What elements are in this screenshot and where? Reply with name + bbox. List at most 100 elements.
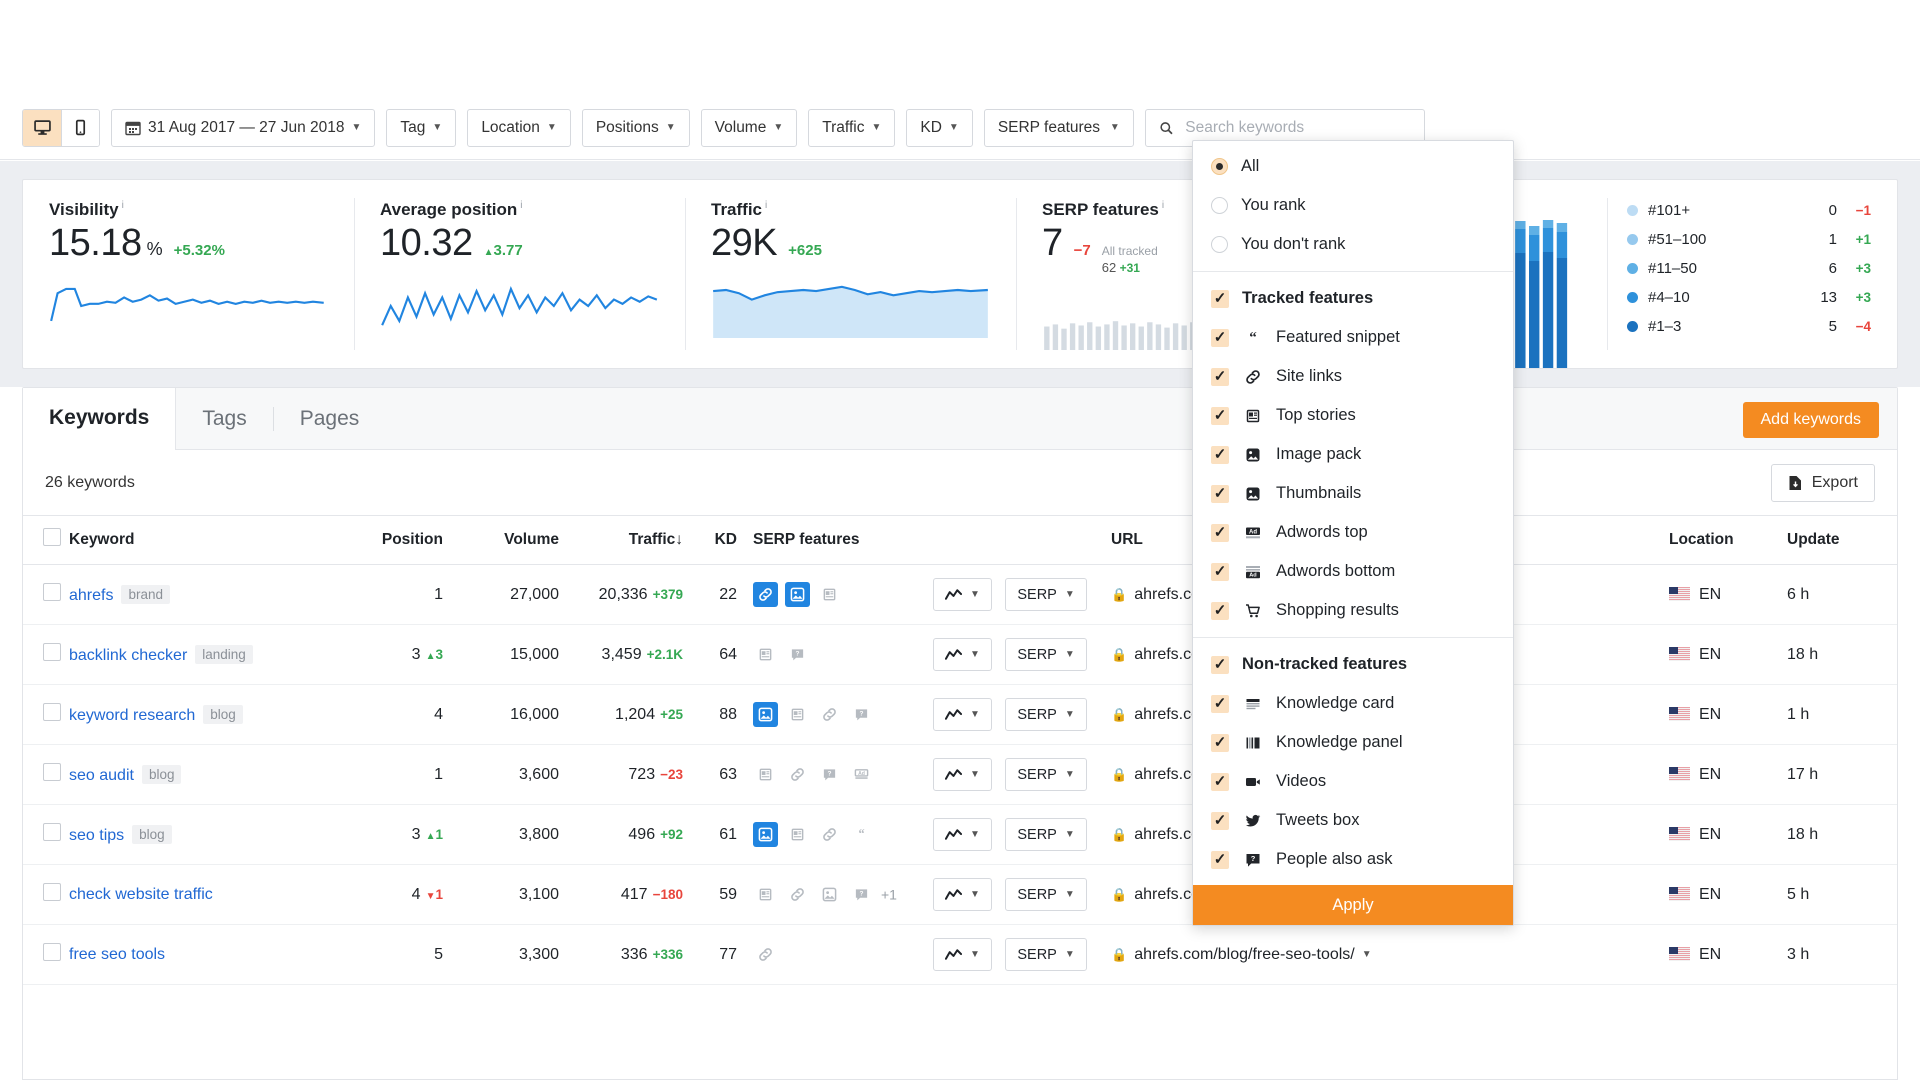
serp-feature-people-also-ask-icon[interactable]: ? [849, 882, 874, 907]
radio-button[interactable] [1211, 236, 1228, 253]
header-position[interactable]: Position [363, 516, 463, 565]
table-row[interactable]: check website traffic 4 ▼1 3,100 417 −180 … [23, 864, 1897, 925]
history-chart-button[interactable]: ▼ [933, 578, 992, 611]
row-checkbox[interactable] [43, 823, 61, 841]
radio-button[interactable] [1211, 197, 1228, 214]
serp-feature-site-links-icon[interactable] [817, 702, 842, 727]
dropdown-feature-item[interactable]: ✓ Tweets box [1193, 801, 1513, 840]
row-checkbox[interactable] [43, 883, 61, 901]
row-select-cell[interactable] [23, 924, 69, 985]
table-row[interactable]: seo audit blog 1 3,600 723 −23 63 ? Ad ▼ SE… [23, 744, 1897, 805]
header-volume[interactable]: Volume [463, 516, 559, 565]
serp-feature-site-links-icon[interactable] [753, 942, 778, 967]
feature-checkbox[interactable]: ✓ [1211, 406, 1229, 425]
serp-feature-people-also-ask-icon[interactable]: ? [785, 642, 810, 667]
select-all-checkbox[interactable] [43, 528, 61, 546]
dropdown-feature-item[interactable]: ✓ “ Featured snippet [1193, 318, 1513, 357]
keyword-tag[interactable]: brand [121, 584, 170, 604]
row-select-cell[interactable] [23, 624, 69, 685]
history-chart-button[interactable]: ▼ [933, 878, 992, 911]
filter-kd[interactable]: KD ▼ [906, 108, 973, 147]
serp-feature-people-also-ask-icon[interactable]: ? [817, 762, 842, 787]
dropdown-feature-item[interactable]: ✓ Ad Adwords bottom [1193, 552, 1513, 591]
group-checkbox[interactable]: ✓ [1211, 655, 1229, 674]
serp-more-count[interactable]: +1 [881, 887, 897, 903]
serp-feature-site-links-icon[interactable] [785, 882, 810, 907]
keyword-link[interactable]: check website traffic [69, 886, 213, 903]
serp-dropdown-button[interactable]: SERP ▼ [1005, 638, 1087, 671]
serp-feature-top-stories-icon[interactable] [753, 762, 778, 787]
history-chart-button[interactable]: ▼ [933, 818, 992, 851]
serp-dropdown-button[interactable]: SERP ▼ [1005, 878, 1087, 911]
tab-pages[interactable]: Pages [274, 388, 386, 449]
header-traffic[interactable]: Traffic↓ [559, 516, 699, 565]
info-icon[interactable]: i [1162, 200, 1164, 211]
feature-checkbox[interactable]: ✓ [1211, 850, 1229, 869]
group-checkbox[interactable]: ✓ [1211, 289, 1229, 308]
search-input[interactable] [1183, 117, 1411, 138]
dropdown-feature-item[interactable]: ✓ Image pack [1193, 435, 1513, 474]
feature-checkbox[interactable]: ✓ [1211, 445, 1229, 464]
feature-checkbox[interactable]: ✓ [1211, 772, 1229, 791]
history-chart-button[interactable]: ▼ [933, 638, 992, 671]
table-row[interactable]: backlink checker landing 3 ▲3 15,000 3,459… [23, 624, 1897, 685]
serp-dropdown-button[interactable]: SERP ▼ [1005, 578, 1087, 611]
serp-dropdown-button[interactable]: SERP ▼ [1005, 698, 1087, 731]
keyword-link[interactable]: backlink checker [69, 647, 187, 664]
url-cell[interactable]: 🔒 ahrefs.com/blog/free-seo-tools/ ▼ [1111, 924, 1669, 985]
tab-keywords[interactable]: Keywords [23, 388, 177, 450]
dropdown-feature-item[interactable]: ✓ Ad Adwords top [1193, 513, 1513, 552]
filter-positions[interactable]: Positions ▼ [581, 108, 690, 147]
feature-checkbox[interactable]: ✓ [1211, 367, 1229, 386]
dropdown-feature-item[interactable]: ✓ Videos [1193, 762, 1513, 801]
table-row[interactable]: free seo tools 5 3,300 336 +336 77 ▼ SERP… [23, 924, 1897, 985]
keyword-link[interactable]: seo audit [69, 767, 134, 784]
serp-feature-adwords-top-icon[interactable]: Ad [849, 762, 874, 787]
dropdown-group-header[interactable]: ✓ Non-tracked features [1193, 645, 1513, 684]
info-icon[interactable]: i [520, 200, 522, 211]
row-select-cell[interactable] [23, 684, 69, 745]
row-checkbox[interactable] [43, 943, 61, 961]
filter-location[interactable]: Location ▼ [467, 108, 571, 147]
row-select-cell[interactable] [23, 564, 69, 625]
header-keyword[interactable]: Keyword [69, 516, 363, 565]
serp-feature-site-links-icon[interactable] [785, 762, 810, 787]
row-checkbox[interactable] [43, 763, 61, 781]
filter-tag[interactable]: Tag ▼ [386, 108, 457, 147]
desktop-device-button[interactable] [23, 109, 61, 146]
feature-checkbox[interactable]: ✓ [1211, 562, 1229, 581]
keyword-tag[interactable]: blog [141, 764, 182, 784]
dropdown-feature-item[interactable]: ✓ Shopping results [1193, 591, 1513, 630]
serp-dropdown-button[interactable]: SERP ▼ [1005, 818, 1087, 851]
info-icon[interactable]: i [122, 200, 124, 211]
keyword-link[interactable]: ahrefs [69, 587, 113, 604]
dropdown-radio-option[interactable]: You rank [1193, 186, 1513, 225]
chevron-down-icon[interactable]: ▼ [1362, 949, 1372, 960]
dropdown-group-header[interactable]: ✓ Tracked features [1193, 279, 1513, 318]
header-kd[interactable]: KD [699, 516, 753, 565]
add-keywords-button[interactable]: Add keywords [1742, 402, 1879, 438]
serp-feature-featured-snippet-icon[interactable]: “ [849, 822, 874, 847]
date-range-filter[interactable]: 31 Aug 2017 — 27 Jun 2018 ▼ [111, 108, 376, 147]
row-select-cell[interactable] [23, 804, 69, 865]
row-select-cell[interactable] [23, 744, 69, 805]
row-checkbox[interactable] [43, 643, 61, 661]
serp-feature-image-pack-icon[interactable] [817, 882, 842, 907]
serp-feature-people-also-ask-icon[interactable]: ? [849, 702, 874, 727]
tab-tags[interactable]: Tags [176, 388, 272, 449]
serp-dropdown-button[interactable]: SERP ▼ [1005, 938, 1087, 971]
header-select-all[interactable] [23, 516, 69, 565]
feature-checkbox[interactable]: ✓ [1211, 694, 1229, 713]
table-row[interactable]: ahrefs brand 1 27,000 20,336 +379 22 ▼ SER… [23, 564, 1897, 625]
device-toggle-group[interactable] [22, 108, 100, 147]
serp-feature-image-pack-icon[interactable] [785, 582, 810, 607]
serp-feature-top-stories-icon[interactable] [817, 582, 842, 607]
keyword-tag[interactable]: landing [195, 644, 253, 664]
dropdown-feature-item[interactable]: ✓ ? People also ask [1193, 840, 1513, 879]
history-chart-button[interactable]: ▼ [933, 938, 992, 971]
serp-feature-image-pack-icon[interactable] [753, 822, 778, 847]
feature-checkbox[interactable]: ✓ [1211, 484, 1229, 503]
dropdown-radio-option[interactable]: You don't rank [1193, 225, 1513, 264]
header-serp-features[interactable]: SERP features [753, 516, 933, 565]
dropdown-radio-option[interactable]: All [1193, 147, 1513, 186]
